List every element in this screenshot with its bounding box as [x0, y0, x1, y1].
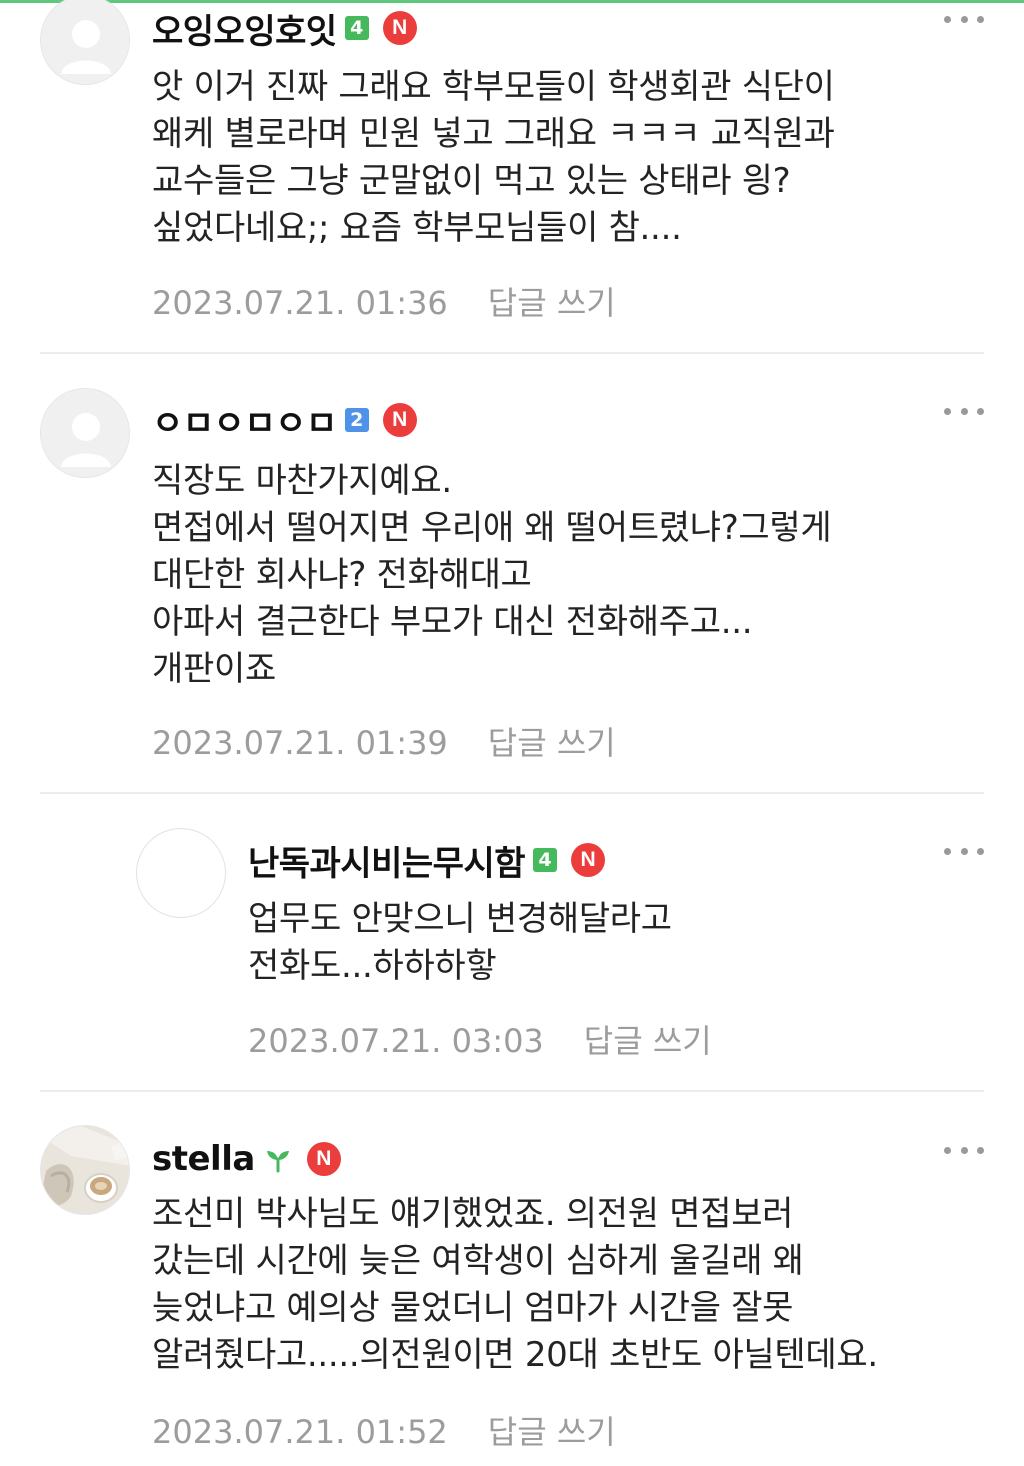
- new-badge: N: [382, 11, 417, 45]
- comment-meta: 2023.07.21. 01:36 답글 쓰기: [152, 278, 616, 324]
- new-badge: N: [306, 1142, 341, 1176]
- author-row: ㅇㅁㅇㅁㅇㅁ 2 N: [152, 396, 417, 445]
- reply-button[interactable]: 답글 쓰기: [488, 1413, 616, 1451]
- comment-text: 앗 이거 진짜 그래요 학부모들이 학생회관 식단이 왜케 별로라며 민원 넣고…: [152, 67, 835, 248]
- author-nickname[interactable]: 오잉오잉호잇: [152, 4, 337, 53]
- member-level-badge: 2: [344, 408, 369, 432]
- new-badge: N: [571, 843, 606, 877]
- new-badge: N: [382, 403, 417, 437]
- member-level-badge: 4: [533, 848, 558, 872]
- author-nickname[interactable]: ㅇㅁㅇㅁㅇㅁ: [152, 396, 337, 445]
- more-options-button[interactable]: [944, 404, 984, 418]
- comment-meta: 2023.07.21. 01:39 답글 쓰기: [152, 718, 616, 764]
- person-silhouette-icon: [41, 0, 129, 84]
- divider: [40, 352, 984, 354]
- comment-date: 2023.07.21. 01:36: [152, 284, 448, 322]
- comment-meta: 2023.07.21. 01:52 답글 쓰기: [152, 1407, 616, 1453]
- comment-date: 2023.07.21. 01:52: [152, 1413, 448, 1451]
- sprout-icon: [266, 1151, 289, 1173]
- divider: [40, 1090, 984, 1092]
- more-dots-icon: [944, 847, 951, 855]
- more-dots-icon: [944, 15, 951, 23]
- more-dots-icon: [944, 407, 951, 415]
- comment-text: 직장도 마찬가지예요. 면접에서 떨어지면 우리애 왜 떨어트렸냐?그렇게 대단…: [152, 461, 832, 689]
- more-options-button[interactable]: [944, 12, 984, 26]
- author-nickname[interactable]: stella: [152, 1139, 255, 1179]
- reply-button[interactable]: 답글 쓰기: [488, 284, 616, 322]
- comment-text: 업무도 안맞으니 변경해달라고 전화도...하하하핳: [248, 899, 672, 986]
- more-dots-icon: [944, 1146, 951, 1154]
- reply-button[interactable]: 답글 쓰기: [584, 1022, 712, 1060]
- author-row: 난독과시비는무시함 4 N: [248, 836, 606, 885]
- avatar[interactable]: [40, 388, 130, 478]
- comment-date: 2023.07.21. 03:03: [248, 1022, 544, 1060]
- person-silhouette-icon: [41, 389, 129, 477]
- comment-date: 2023.07.21. 01:39: [152, 724, 448, 762]
- avatar[interactable]: [40, 1125, 130, 1215]
- avatar[interactable]: [136, 828, 226, 918]
- more-options-button[interactable]: [944, 844, 984, 858]
- more-options-button[interactable]: [944, 1143, 984, 1157]
- member-level-badge: 4: [344, 16, 369, 40]
- author-row: 오잉오잉호잇 4 N: [152, 4, 417, 53]
- coffee-cup-photo: [41, 1126, 129, 1214]
- comment-text: 조선미 박사님도 얘기했었죠. 의전원 면접보러 갔는데 시간에 늦은 여학생이…: [152, 1194, 878, 1375]
- reply-button[interactable]: 답글 쓰기: [488, 724, 616, 762]
- comment-meta: 2023.07.21. 03:03 답글 쓰기: [248, 1016, 712, 1062]
- avatar[interactable]: [40, 0, 130, 85]
- author-nickname[interactable]: 난독과시비는무시함: [248, 836, 526, 885]
- divider: [40, 792, 984, 794]
- author-row: stella N: [152, 1137, 341, 1181]
